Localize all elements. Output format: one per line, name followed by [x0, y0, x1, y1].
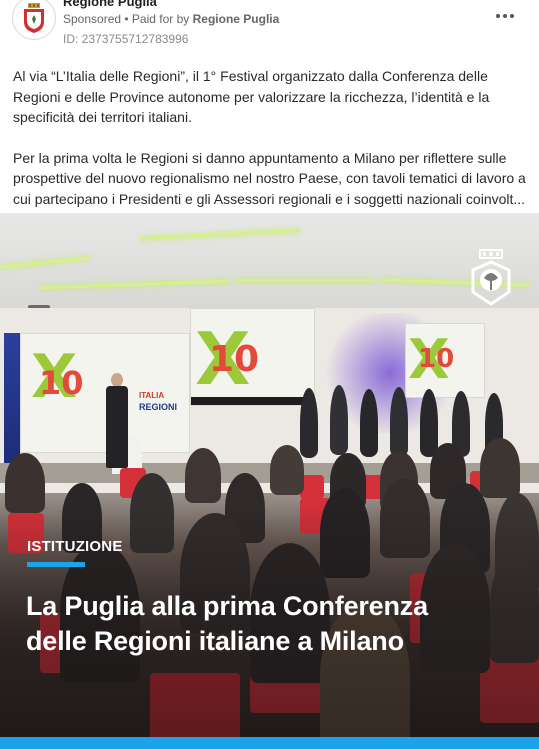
- post-paragraph-2[interactable]: Per la prima volta le Regioni si danno a…: [13, 148, 528, 210]
- org-avatar[interactable]: [12, 0, 56, 40]
- sponsored-label: Sponsored: [63, 12, 122, 26]
- meta-separator: •: [121, 12, 132, 26]
- headline-line-1: La Puglia alla prima Conferenza: [26, 591, 428, 621]
- banner-stripe: [191, 397, 314, 405]
- post-paragraph-2-line-1: Per la prima volta le Regioni si danno a…: [13, 149, 507, 166]
- post-media-image[interactable]: X 10 ITALIA REGIONI X 10 X 10 ISTITUZION…: [0, 213, 539, 749]
- paid-for-by-prefix: Paid for by: [131, 12, 193, 26]
- speaker: [104, 373, 130, 468]
- category-label: ISTITUZIONE: [27, 538, 123, 555]
- post-body-text: Al via “L’Italia delle Regioni”, il 1° F…: [13, 66, 528, 209]
- audience-member: [185, 448, 221, 503]
- banner-logo-text: ITALIA: [139, 391, 165, 400]
- tree-emblem-icon: [471, 249, 511, 306]
- accent-bottom-bar: [0, 737, 539, 749]
- person: [300, 388, 318, 458]
- category-underline: [27, 562, 85, 567]
- speaker-head: [111, 373, 123, 387]
- audience-member: [480, 438, 520, 498]
- person: [360, 389, 378, 457]
- center-event-banner: X 10: [190, 308, 315, 406]
- banner-ten-mark: 10: [39, 364, 84, 402]
- speaker-body: [106, 386, 128, 468]
- more-options-button[interactable]: [491, 6, 519, 26]
- post-paragraph-1: Al via “L’Italia delle Regioni”, il 1° F…: [13, 68, 490, 125]
- more-horizontal-icon: [496, 14, 500, 18]
- right-event-banner: X 10: [405, 323, 485, 398]
- eu-flag: [4, 333, 20, 463]
- post-header: Regione Puglia Sponsored • Paid for by R…: [0, 0, 539, 56]
- ceiling: [0, 213, 539, 308]
- coat-of-arms-icon: [24, 3, 44, 33]
- post-paragraph-2-line-2: prospettive del nuovo regionalismo nel n…: [13, 170, 526, 186]
- audience-member: [270, 445, 304, 495]
- ad-id: ID: 2373755712783996: [63, 32, 189, 46]
- person: [420, 389, 438, 457]
- post-paragraph-2-line-3: cui partecipano i Presidenti e gli Asses…: [13, 190, 526, 207]
- headline-line-2: delle Regioni italiane a Milano: [26, 626, 404, 656]
- sponsored-meta: Sponsored • Paid for by Regione Puglia: [63, 12, 279, 26]
- banner-ten-mark: 10: [209, 339, 260, 380]
- more-horizontal-icon-dot: [503, 14, 507, 18]
- org-name[interactable]: Regione Puglia: [63, 0, 157, 9]
- person: [390, 387, 408, 457]
- more-horizontal-icon-dot: [510, 14, 514, 18]
- paid-for-by-name[interactable]: Regione Puglia: [193, 12, 280, 26]
- media-headline: La Puglia alla prima Conferenza delle Re…: [26, 589, 526, 659]
- banner-ten-mark: 10: [418, 344, 455, 374]
- regione-puglia-badge: [468, 248, 514, 306]
- person: [330, 385, 348, 455]
- banner-logo-sub: REGIONI: [139, 402, 178, 412]
- light-strip: [235, 279, 375, 282]
